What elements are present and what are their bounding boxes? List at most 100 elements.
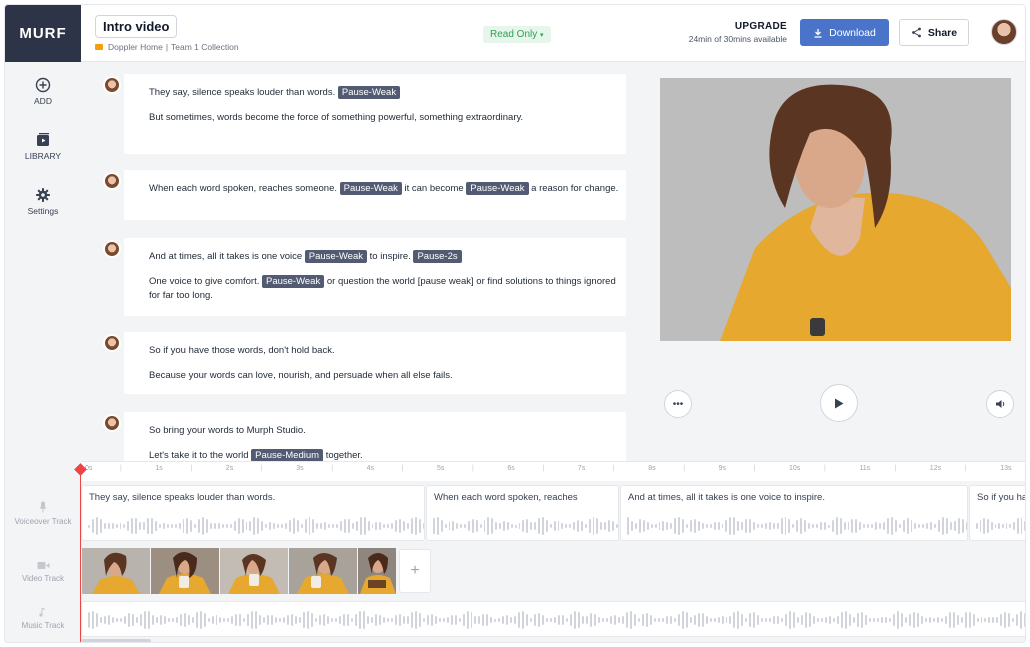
script-line[interactable]: So bring your words to Murph Studio. — [149, 424, 626, 438]
script-line[interactable]: One voice to give comfort. Pause-Weak or… — [149, 275, 626, 303]
ruler-label: 12s — [929, 465, 942, 472]
music-track[interactable] — [81, 601, 1025, 637]
playhead[interactable] — [80, 467, 81, 642]
script-text: So bring your words to Murph Studio. — [149, 425, 306, 436]
timeline-ruler[interactable]: 0s | 1s | 2s | 3s | 4s | 5s | 6s | 7s | 8s | 9s | 10s | 11s | 12… — [81, 461, 1025, 481]
breadcrumb-collection[interactable]: Team 1 Collection — [171, 42, 239, 52]
script-block[interactable]: So if you have those words, don't hold b… — [103, 332, 626, 394]
speaker-avatar[interactable] — [103, 414, 121, 432]
script-text: together. — [325, 450, 363, 461]
upgrade-link[interactable]: UPGRADE — [689, 21, 787, 32]
usage-text: 24min of 30mins available — [688, 34, 787, 44]
script-line[interactable]: They say, silence speaks louder than wor… — [149, 86, 626, 100]
ruler-label: 2s — [225, 465, 234, 472]
speaker-icon — [995, 400, 1004, 408]
script-text: When each word spoken, reaches someone. — [149, 183, 337, 194]
share-button[interactable]: Share — [899, 19, 969, 46]
script-line[interactable]: Let's take it to the world Pause-Medium … — [149, 449, 626, 461]
waveform — [621, 516, 967, 536]
voice-clip-text: They say, silence speaks louder than wor… — [89, 492, 276, 503]
ruler-tick: | — [683, 465, 686, 472]
pause-tag[interactable]: Pause-2s — [413, 250, 462, 263]
speaker-avatar[interactable] — [103, 172, 121, 190]
speaker-avatar[interactable] — [103, 76, 121, 94]
video-thumbnail[interactable] — [82, 548, 150, 594]
logo[interactable]: MURF — [5, 5, 81, 62]
app-window: MURF ADD LIBRARY Settings Intro video Do… — [4, 4, 1026, 643]
speaker-avatar[interactable] — [103, 334, 121, 352]
chevron-down-icon: ▾ — [540, 32, 544, 39]
add-clip-button[interactable]: + — [399, 549, 431, 593]
music-track-label: Music Track — [5, 607, 81, 630]
video-track: + — [81, 548, 1025, 594]
breadcrumb-home[interactable]: Doppler Home — [108, 42, 163, 52]
video-track-text: Video Track — [21, 574, 65, 583]
ruler-label: 10s — [789, 465, 801, 472]
ruler-tick: | — [190, 465, 193, 472]
script-block[interactable]: They say, silence speaks louder than wor… — [103, 74, 626, 154]
ruler-label: 6s — [507, 465, 515, 472]
sidebar-item-settings[interactable]: Settings — [5, 187, 81, 216]
video-thumbnail[interactable] — [358, 548, 396, 594]
script-text: Let's take it to the world — [149, 450, 249, 461]
script-line[interactable]: But sometimes, words become the force of… — [149, 111, 626, 125]
script-line[interactable]: So if you have those words, don't hold b… — [149, 344, 626, 358]
sidebar: MURF ADD LIBRARY Settings — [5, 5, 81, 461]
script-block[interactable]: And at times, all it takes is one voice … — [103, 238, 626, 316]
pause-tag[interactable]: Pause-Weak — [262, 275, 325, 288]
project-title[interactable]: Intro video — [95, 15, 178, 38]
play-button[interactable] — [820, 384, 858, 422]
ruler-tick: | — [120, 465, 122, 472]
ruler-label: 5s — [437, 465, 445, 472]
ruler-tick: | — [894, 465, 897, 472]
pause-tag[interactable]: Pause-Weak — [339, 182, 402, 195]
timeline-scrollbar[interactable] — [81, 639, 151, 642]
more-icon: ••• — [672, 398, 684, 410]
script-block[interactable]: So bring your words to Murph Studio. Let… — [103, 412, 626, 461]
script-line[interactable]: And at times, all it takes is one voice … — [149, 250, 626, 264]
ruler-label: 11s — [859, 465, 871, 472]
mode-dropdown[interactable]: Read Only ▾ — [483, 26, 551, 43]
voice-clip[interactable]: So if you ha — [969, 485, 1025, 541]
video-track-label: Video Track — [5, 561, 81, 583]
voice-clip[interactable]: When each word spoken, reaches — [426, 485, 619, 541]
ruler-tick: | — [612, 465, 615, 472]
script-block[interactable]: When each word spoken, reaches someone. … — [103, 170, 626, 220]
breadcrumb: Doppler Home | Team 1 Collection — [95, 42, 239, 52]
music-track-text: Music Track — [21, 621, 65, 630]
video-thumbnail[interactable] — [151, 548, 219, 594]
ruler-tick: | — [753, 465, 756, 472]
music-note-icon — [39, 607, 46, 617]
script-line[interactable]: When each word spoken, reaches someone. … — [149, 182, 626, 196]
microphone-icon — [39, 501, 47, 513]
speaker-avatar[interactable] — [103, 240, 121, 258]
more-options-button[interactable]: ••• — [664, 390, 692, 418]
pause-tag[interactable]: Pause-Weak — [304, 250, 367, 263]
pause-tag[interactable]: Pause-Weak — [466, 182, 529, 195]
video-thumbnail[interactable] — [220, 548, 288, 594]
script-text: But sometimes, words become the force of… — [149, 112, 524, 123]
sidebar-item-label: LIBRARY — [24, 151, 62, 161]
script-text: to inspire. — [369, 251, 411, 262]
video-preview[interactable] — [660, 78, 1011, 341]
breadcrumb-separator: | — [165, 42, 169, 52]
script-line[interactable]: Because your words can love, nourish, an… — [149, 369, 626, 383]
voice-clip[interactable]: And at times, all it takes is one voice … — [620, 485, 968, 541]
ruler-tick: | — [260, 465, 263, 472]
sidebar-item-library[interactable]: LIBRARY — [5, 132, 81, 161]
volume-button[interactable] — [986, 390, 1014, 418]
voice-clip-text: When each word spoken, reaches — [434, 492, 578, 503]
mode-label: Read Only — [490, 29, 538, 40]
user-avatar[interactable] — [991, 19, 1017, 45]
top-bar: Intro video Doppler Home | Team 1 Collec… — [81, 5, 1025, 62]
script-text: Because your words can love, nourish, an… — [149, 370, 453, 381]
download-button[interactable]: Download — [800, 19, 889, 46]
sidebar-item-label: ADD — [34, 96, 52, 106]
waveform — [427, 516, 618, 536]
video-thumbnail[interactable] — [289, 548, 357, 594]
script-text: One voice to give comfort. — [149, 276, 260, 287]
pause-tag[interactable]: Pause-Weak — [337, 86, 401, 99]
pause-tag[interactable]: Pause-Medium — [251, 449, 324, 461]
sidebar-item-add[interactable]: ADD — [5, 77, 81, 106]
voice-clip[interactable]: They say, silence speaks louder than wor… — [81, 485, 425, 541]
